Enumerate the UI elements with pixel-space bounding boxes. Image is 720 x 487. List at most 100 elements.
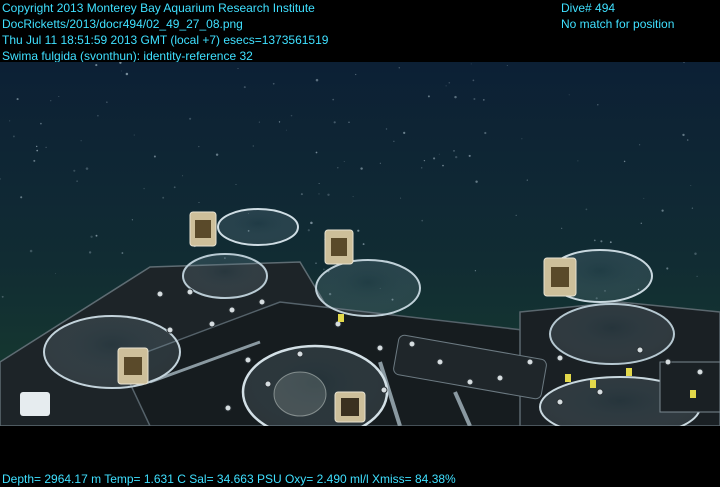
bolt xyxy=(166,326,174,334)
bolt xyxy=(496,374,504,382)
bolt xyxy=(296,350,304,358)
snow-particle xyxy=(421,167,423,169)
copyright-line: Copyright 2013 Monterey Bay Aquarium Res… xyxy=(2,1,315,15)
position-status: No match for position xyxy=(561,17,675,31)
snow-particle xyxy=(453,150,455,152)
bolt xyxy=(664,358,672,366)
snow-particle xyxy=(577,160,579,162)
bolt xyxy=(186,288,194,296)
snow-particle xyxy=(454,95,457,99)
snow-particle xyxy=(343,161,345,162)
snow-particle xyxy=(482,99,485,101)
snow-particle xyxy=(445,85,447,87)
snow-particle xyxy=(393,140,395,142)
snow-particle xyxy=(106,101,108,103)
snow-particle xyxy=(258,121,261,123)
video-frame: Copyright 2013 Monterey Bay Aquarium Res… xyxy=(0,0,720,486)
snow-particle xyxy=(423,159,426,162)
sensor-readout: Depth= 2964.17 m Temp= 1.631 C Sal= 34.6… xyxy=(2,472,456,486)
snow-particle xyxy=(337,167,339,169)
snow-particle xyxy=(12,135,15,138)
snow-particle xyxy=(125,72,129,76)
snow-particle xyxy=(600,240,603,243)
snow-particle xyxy=(97,114,99,117)
snow-particle xyxy=(20,196,23,199)
snow-particle xyxy=(506,64,508,67)
snow-particle xyxy=(696,275,698,278)
snow-particle xyxy=(318,183,320,184)
snow-particle xyxy=(80,140,82,142)
snow-particle xyxy=(643,197,645,199)
snow-particle xyxy=(307,229,310,232)
snow-particle xyxy=(521,138,523,140)
snow-particle xyxy=(355,73,357,76)
snow-particle xyxy=(45,146,47,149)
snow-particle xyxy=(73,169,76,172)
timestamp-line: Thu Jul 11 18:51:59 2013 GMT (local +7) … xyxy=(2,33,329,47)
snow-particle xyxy=(29,249,33,253)
bolt xyxy=(556,398,564,406)
snow-particle xyxy=(690,185,692,186)
snow-particle xyxy=(438,153,440,155)
snow-particle xyxy=(318,193,320,195)
snow-particle xyxy=(290,114,293,117)
snow-particle xyxy=(198,201,200,204)
dive-number: Dive# 494 xyxy=(561,1,616,15)
bolt xyxy=(244,356,252,364)
bolt xyxy=(224,404,232,412)
snow-particle xyxy=(348,121,350,123)
snow-particle xyxy=(526,179,528,181)
snow-particle xyxy=(623,160,626,163)
header-info-right: Dive# 494 No match for position xyxy=(561,0,674,32)
snow-particle xyxy=(585,208,588,211)
snow-particle xyxy=(362,243,365,246)
snow-particle xyxy=(472,79,475,82)
snow-particle xyxy=(131,219,134,221)
snow-particle xyxy=(252,145,254,147)
snow-particle xyxy=(162,196,165,199)
snow-particle xyxy=(484,131,487,135)
snow-particle xyxy=(597,104,599,106)
snow-particle xyxy=(666,267,669,270)
snow-particle xyxy=(173,186,176,189)
snow-particle xyxy=(360,167,363,170)
snow-particle xyxy=(95,234,98,237)
snow-particle xyxy=(55,273,57,274)
snow-particle xyxy=(379,162,381,164)
snow-particle xyxy=(327,193,330,197)
snow-particle xyxy=(85,167,89,170)
snow-particle xyxy=(515,214,517,217)
bolt xyxy=(596,388,604,396)
snow-particle xyxy=(609,241,612,244)
snow-particle xyxy=(243,86,246,89)
snow-particle xyxy=(9,120,11,122)
snow-particle xyxy=(315,151,318,154)
snow-particle xyxy=(694,252,697,255)
snow-particle xyxy=(661,209,664,212)
snow-particle xyxy=(40,122,42,125)
snow-particle xyxy=(352,196,354,198)
snow-particle xyxy=(278,121,281,123)
snow-particle xyxy=(35,145,38,148)
snow-particle xyxy=(593,239,596,242)
bolt xyxy=(436,358,444,366)
snow-particle xyxy=(638,144,641,146)
snow-particle xyxy=(198,145,200,148)
snow-particle xyxy=(357,229,360,232)
snow-particle xyxy=(300,193,303,196)
snow-particle xyxy=(95,64,98,67)
snow-particle xyxy=(36,149,39,152)
snow-particle xyxy=(433,157,436,160)
snow-particle xyxy=(455,155,458,159)
snow-particle xyxy=(691,207,694,209)
snow-particle xyxy=(58,95,60,98)
snow-particle xyxy=(315,262,317,265)
snow-particle xyxy=(1,295,4,298)
snow-particle xyxy=(398,67,400,69)
chamber-center xyxy=(241,344,389,426)
snow-particle xyxy=(90,235,93,238)
bolt xyxy=(380,386,388,394)
snow-particle xyxy=(421,219,424,222)
snow-particle xyxy=(640,222,643,225)
snow-particle xyxy=(76,180,78,182)
